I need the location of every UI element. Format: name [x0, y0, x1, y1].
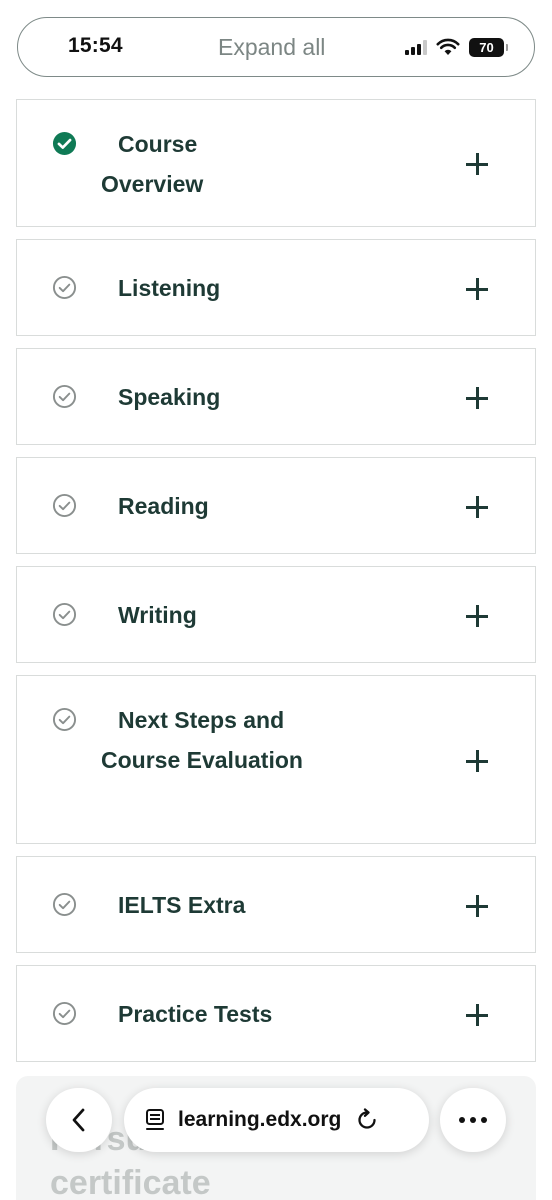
- section-title: IELTS Extra: [118, 892, 246, 918]
- certificate-text: certificate: [50, 1164, 211, 1200]
- section-list: Course Overview Listening Speaking Reading W…: [16, 99, 536, 1074]
- status-icons: 70: [405, 34, 508, 60]
- expand-all-button[interactable]: Expand all: [218, 34, 325, 61]
- completed-check-icon: [52, 131, 77, 156]
- back-button[interactable]: [46, 1088, 112, 1152]
- section-row[interactable]: IELTS Extra: [16, 856, 536, 953]
- battery-icon: 70: [469, 37, 508, 57]
- section-row[interactable]: Writing: [16, 566, 536, 663]
- section-row[interactable]: Listening: [16, 239, 536, 336]
- status-bar: 15:54 Expand all 70: [17, 17, 535, 77]
- pending-check-icon: [52, 707, 77, 732]
- wifi-icon: [436, 38, 460, 55]
- section-row[interactable]: Course Overview: [16, 99, 536, 227]
- section-title: Course Overview: [101, 131, 204, 197]
- back-arrow-icon: [72, 1108, 85, 1132]
- expand-plus-icon[interactable]: [466, 387, 488, 409]
- expand-plus-icon[interactable]: [466, 895, 488, 917]
- section-row[interactable]: Next Steps and Course Evaluation: [16, 675, 536, 844]
- reload-icon[interactable]: [355, 1108, 379, 1132]
- pending-check-icon: [52, 602, 77, 627]
- section-title: Practice Tests: [118, 1001, 273, 1027]
- expand-plus-icon[interactable]: [466, 153, 488, 175]
- pending-check-icon: [52, 493, 77, 518]
- signal-icon: [405, 39, 427, 55]
- section-title: Listening: [118, 275, 221, 301]
- expand-plus-icon[interactable]: [466, 750, 488, 772]
- section-row[interactable]: Reading: [16, 457, 536, 554]
- pending-check-icon: [52, 1001, 77, 1026]
- address-bar[interactable]: learning.edx.org: [124, 1088, 429, 1152]
- expand-plus-icon[interactable]: [466, 496, 488, 518]
- more-button[interactable]: [440, 1088, 506, 1152]
- section-row[interactable]: Practice Tests: [16, 965, 536, 1062]
- section-row[interactable]: Speaking: [16, 348, 536, 445]
- page-icon: [146, 1109, 164, 1130]
- url-text: learning.edx.org: [178, 1108, 342, 1131]
- pending-check-icon: [52, 275, 77, 300]
- expand-plus-icon[interactable]: [466, 1004, 488, 1026]
- more-icon: [459, 1117, 487, 1123]
- expand-plus-icon[interactable]: [466, 605, 488, 627]
- section-title: Next Steps and Course Evaluation: [101, 707, 303, 773]
- expand-plus-icon[interactable]: [466, 278, 488, 300]
- section-title: Speaking: [118, 384, 221, 410]
- section-title: Reading: [118, 493, 209, 519]
- status-time: 15:54: [68, 34, 123, 57]
- section-title: Writing: [118, 602, 197, 628]
- pending-check-icon: [52, 384, 77, 409]
- pending-check-icon: [52, 892, 77, 917]
